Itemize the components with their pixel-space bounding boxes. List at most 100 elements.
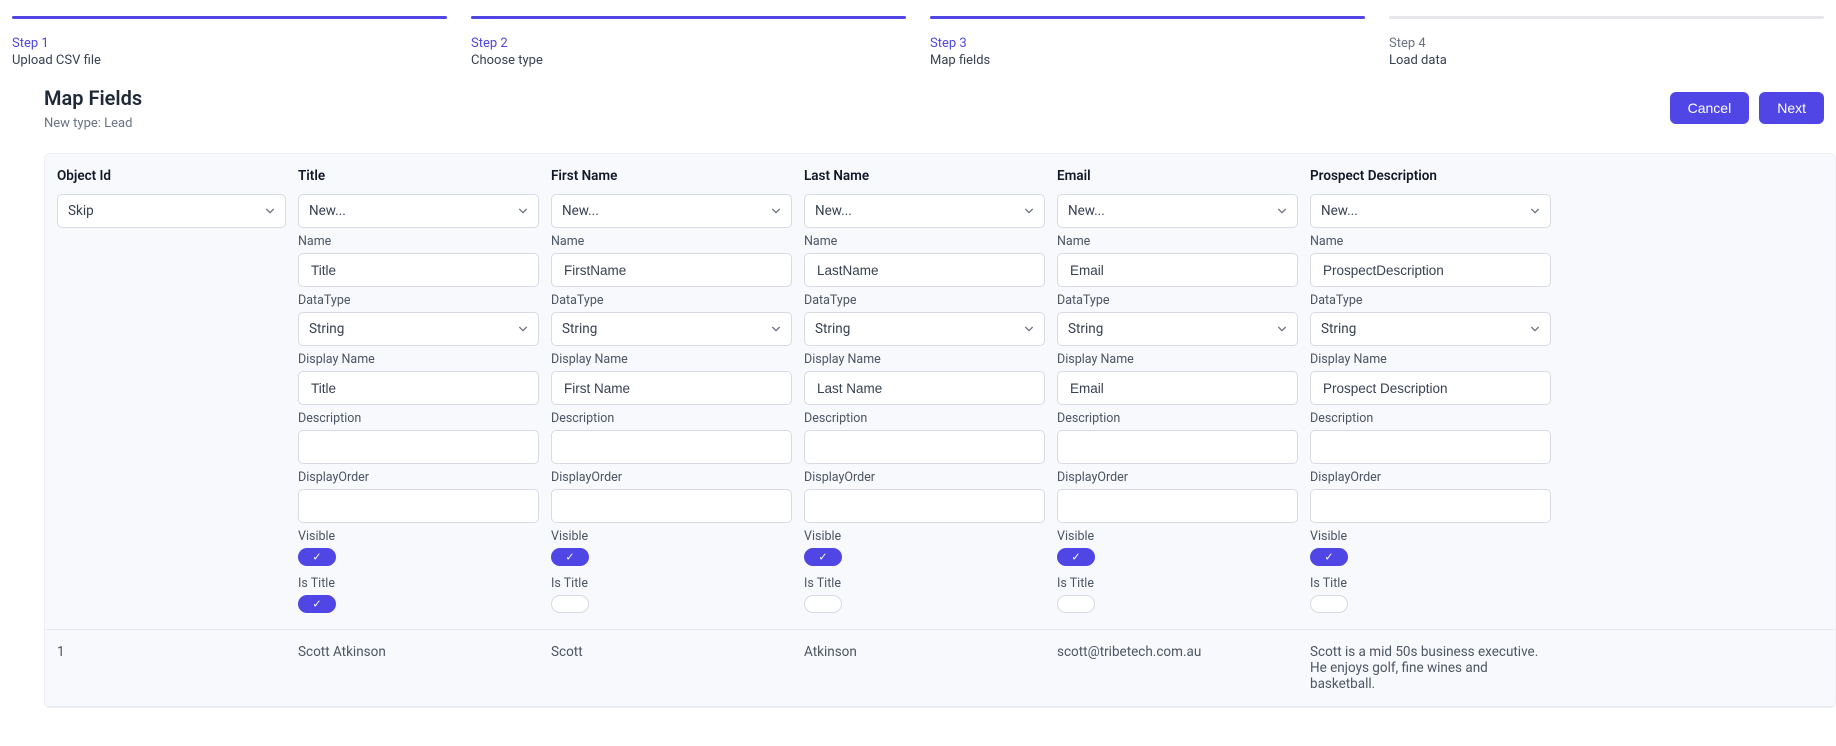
- step-1[interactable]: Step 1 Upload CSV file: [12, 0, 447, 68]
- is-title-toggle[interactable]: ✓: [298, 595, 336, 613]
- next-button[interactable]: Next: [1759, 92, 1824, 124]
- label-visible: Visible: [298, 529, 539, 544]
- display-order-input[interactable]: [1310, 489, 1551, 523]
- label-description: Description: [804, 411, 1045, 426]
- visible-toggle[interactable]: ✓: [551, 548, 589, 566]
- label-datatype: DataType: [804, 293, 1045, 308]
- chevron-down-icon: [1277, 324, 1287, 334]
- step-label: Choose type: [471, 53, 906, 68]
- description-input[interactable]: [1310, 430, 1551, 464]
- label-name: Name: [551, 234, 792, 249]
- step-number: Step 1: [12, 36, 447, 51]
- check-icon: ✓: [1324, 552, 1333, 563]
- datatype-select[interactable]: String: [1310, 312, 1551, 346]
- column-header: Title: [298, 168, 539, 184]
- label-display-name: Display Name: [1057, 352, 1298, 367]
- label-visible: Visible: [551, 529, 792, 544]
- is-title-toggle[interactable]: ✓: [1057, 595, 1095, 613]
- map-column: Object Id Skip: [45, 154, 298, 629]
- column-header: Object Id: [57, 168, 286, 184]
- label-description: Description: [1310, 411, 1551, 426]
- display-name-input[interactable]: [1057, 371, 1298, 405]
- chevron-down-icon: [1277, 206, 1287, 216]
- step-progress-bar: [12, 16, 447, 19]
- description-input[interactable]: [551, 430, 792, 464]
- label-is-title: Is Title: [551, 576, 792, 591]
- datatype-select[interactable]: String: [551, 312, 792, 346]
- chevron-down-icon: [1024, 324, 1034, 334]
- label-datatype: DataType: [298, 293, 539, 308]
- label-name: Name: [298, 234, 539, 249]
- label-description: Description: [551, 411, 792, 426]
- chevron-down-icon: [518, 324, 528, 334]
- is-title-toggle[interactable]: ✓: [1310, 595, 1348, 613]
- description-input[interactable]: [804, 430, 1045, 464]
- column-header: Email: [1057, 168, 1298, 184]
- label-datatype: DataType: [1310, 293, 1551, 308]
- display-order-input[interactable]: [804, 489, 1045, 523]
- label-visible: Visible: [804, 529, 1045, 544]
- name-input[interactable]: [551, 253, 792, 287]
- display-order-input[interactable]: [298, 489, 539, 523]
- label-datatype: DataType: [551, 293, 792, 308]
- step-4[interactable]: Step 4 Load data: [1389, 0, 1824, 68]
- is-title-toggle[interactable]: ✓: [804, 595, 842, 613]
- visible-toggle[interactable]: ✓: [1310, 548, 1348, 566]
- display-order-input[interactable]: [551, 489, 792, 523]
- datatype-select[interactable]: String: [804, 312, 1045, 346]
- datatype-select[interactable]: String: [1057, 312, 1298, 346]
- step-label: Load data: [1389, 53, 1824, 68]
- step-number: Step 2: [471, 36, 906, 51]
- map-column: Email New... Name DataType String Display Nam…: [1057, 154, 1310, 629]
- label-display-name: Display Name: [804, 352, 1045, 367]
- preview-cell: Scott Atkinson: [298, 630, 551, 706]
- display-name-input[interactable]: [298, 371, 539, 405]
- mapping-select[interactable]: New...: [804, 194, 1045, 228]
- label-name: Name: [1057, 234, 1298, 249]
- mapping-select[interactable]: New...: [1310, 194, 1551, 228]
- label-datatype: DataType: [1057, 293, 1298, 308]
- visible-toggle[interactable]: ✓: [804, 548, 842, 566]
- map-column: Last NameNew...NameDataTypeStringDisplay…: [804, 154, 1057, 629]
- chevron-down-icon: [1530, 206, 1540, 216]
- display-name-input[interactable]: [804, 371, 1045, 405]
- step-label: Map fields: [930, 53, 1365, 68]
- label-visible: Visible: [1057, 529, 1298, 544]
- visible-toggle[interactable]: ✓: [1057, 548, 1095, 566]
- is-title-toggle[interactable]: ✓: [551, 595, 589, 613]
- name-input[interactable]: [298, 253, 539, 287]
- stepper: Step 1 Upload CSV file Step 2 Choose typ…: [0, 0, 1836, 68]
- description-input[interactable]: [298, 430, 539, 464]
- display-name-input[interactable]: [551, 371, 792, 405]
- map-column: First NameNew...NameDataTypeStringDispla…: [551, 154, 804, 629]
- preview-cell: Atkinson: [804, 630, 1057, 706]
- description-input[interactable]: [1057, 430, 1298, 464]
- label-display-order: DisplayOrder: [804, 470, 1045, 485]
- datatype-select[interactable]: String: [298, 312, 539, 346]
- name-input[interactable]: [1057, 253, 1298, 287]
- label-is-title: Is Title: [1057, 576, 1298, 591]
- name-input[interactable]: [804, 253, 1045, 287]
- map-columns: Object Id Skip Title New... Name DataType Stri…: [45, 154, 1835, 629]
- display-name-input[interactable]: [1310, 371, 1551, 405]
- label-is-title: Is Title: [298, 576, 539, 591]
- step-2[interactable]: Step 2 Choose type: [471, 0, 906, 68]
- mapping-select[interactable]: New...: [298, 194, 539, 228]
- map-column: Title New... Name DataType String Display Nam…: [298, 154, 551, 629]
- mapping-select[interactable]: Skip: [57, 194, 286, 228]
- step-number: Step 3: [930, 36, 1365, 51]
- name-input[interactable]: [1310, 253, 1551, 287]
- label-is-title: Is Title: [804, 576, 1045, 591]
- label-display-name: Display Name: [298, 352, 539, 367]
- display-order-input[interactable]: [1057, 489, 1298, 523]
- mapping-select[interactable]: New...: [1057, 194, 1298, 228]
- preview-cell: Scott is a mid 50s business executive. H…: [1310, 630, 1563, 706]
- label-display-name: Display Name: [1310, 352, 1551, 367]
- preview-row: 1Scott AtkinsonScottAtkinsonscott@tribet…: [45, 629, 1835, 707]
- check-icon: ✓: [312, 552, 321, 563]
- cancel-button[interactable]: Cancel: [1670, 92, 1750, 124]
- step-3[interactable]: Step 3 Map fields: [930, 0, 1365, 68]
- visible-toggle[interactable]: ✓: [298, 548, 336, 566]
- label-name: Name: [1310, 234, 1551, 249]
- mapping-select[interactable]: New...: [551, 194, 792, 228]
